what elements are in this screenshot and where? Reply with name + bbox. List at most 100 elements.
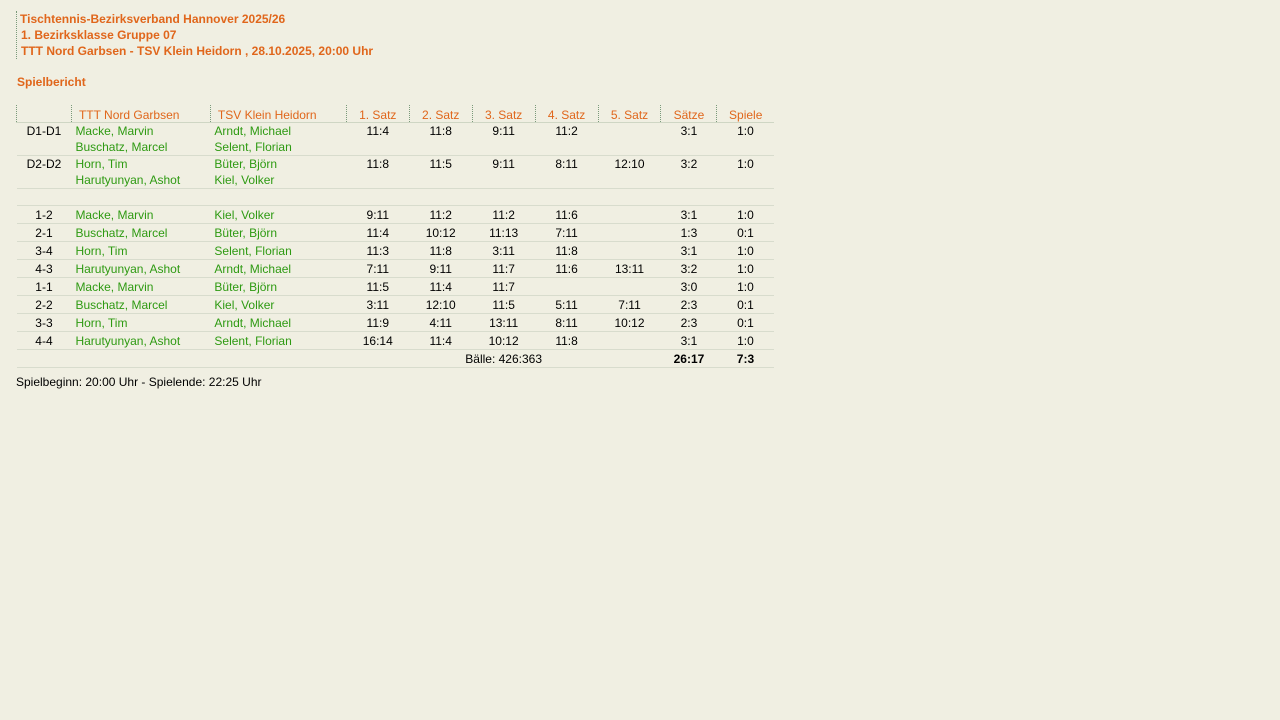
set3-score: 3:11	[472, 241, 536, 260]
singles-row: 2-1 Buschatz, Marcel Büter, Björn 11:4 10:12…	[16, 223, 774, 242]
set1-score: 7:11	[346, 259, 410, 278]
set1-score: 16:14	[346, 331, 410, 350]
match-times: Spielbeginn: 20:00 Uhr - Spielende: 22:2…	[16, 375, 262, 389]
set4-score: 8:11	[555, 157, 578, 171]
match-code: 2-2	[16, 295, 72, 314]
doubles-row-partner: Buschatz, Marcel Selent, Florian	[16, 139, 774, 156]
games-result: 1:0	[737, 124, 754, 138]
home-player: Macke, Marvin	[71, 277, 211, 296]
set2-score: 11:4	[409, 331, 473, 350]
set4-score: 5:11	[535, 295, 599, 314]
set5-score	[598, 205, 661, 224]
away-player: Arndt, Michael	[210, 259, 347, 278]
set4-score: 11:2	[555, 124, 578, 138]
set1-score: 11:3	[346, 241, 410, 260]
set3-score: 13:11	[472, 313, 536, 332]
set1-score: 11:8	[366, 157, 389, 171]
set3-score: 10:12	[472, 331, 536, 350]
away-player: Kiel, Volker	[210, 295, 347, 314]
set2-score: 11:8	[409, 241, 473, 260]
col-away-header: TSV Klein Heidorn	[209, 105, 347, 123]
away-player: Arndt, Michael	[214, 124, 292, 138]
col-set2-header: 2. Satz	[408, 105, 473, 123]
set5-score	[598, 331, 661, 350]
set3-score: 11:7	[472, 259, 536, 278]
home-player: Buschatz, Marcel	[71, 139, 211, 156]
home-player: Harutyunyan, Ashot	[71, 259, 211, 278]
away-player: Büter, Björn	[210, 223, 347, 242]
col-set4-header: 4. Satz	[534, 105, 599, 123]
home-player: Buschatz, Marcel	[71, 223, 211, 242]
sets-result: 3:1	[680, 124, 698, 138]
set4-score: 11:6	[535, 205, 599, 224]
set1-score: 11:4	[366, 124, 389, 138]
away-player: Selent, Florian	[210, 139, 347, 156]
match-code: 3-4	[16, 241, 72, 260]
match-code: 3-3	[16, 313, 72, 332]
set3-score: 11:13	[472, 223, 536, 242]
games-total: 7:3	[716, 349, 774, 368]
set5-score	[598, 241, 661, 260]
league-title: 1. Bezirksklasse Gruppe 07	[21, 28, 177, 42]
set3-score: 11:2	[472, 205, 536, 224]
col-home-header: TTT Nord Garbsen	[70, 105, 211, 123]
balls-total: Bälle: 426:363	[346, 349, 661, 368]
set4-score: 11:8	[535, 241, 599, 260]
col-saetze-header: Sätze	[660, 105, 717, 123]
set2-score: 4:11	[409, 313, 473, 332]
set1-score: 11:5	[346, 277, 410, 296]
away-player: Büter, Björn	[210, 277, 347, 296]
col-spiele-header: Spiele	[716, 105, 774, 123]
set1-score: 9:11	[346, 205, 410, 224]
singles-row: 4-4 Harutyunyan, Ashot Selent, Florian 16:1…	[16, 331, 774, 350]
games-result: 1:0	[716, 205, 774, 224]
report-header: Tischtennis-Bezirksverband Hannover 2025…	[16, 11, 373, 59]
association-title: Tischtennis-Bezirksverband Hannover 2025…	[20, 12, 286, 26]
games-result: 1:0	[716, 277, 774, 296]
set4-score: 7:11	[535, 223, 599, 242]
singles-row: 3-3 Horn, Tim Arndt, Michael 11:9 4:11 13:11 8…	[16, 313, 774, 332]
set2-score: 10:12	[409, 223, 473, 242]
games-result: 1:0	[737, 157, 754, 171]
away-player: Selent, Florian	[210, 331, 347, 350]
set3-score: 9:11	[492, 157, 515, 171]
col-set3-header: 3. Satz	[471, 105, 536, 123]
away-player: Kiel, Volker	[210, 172, 347, 189]
set3-score: 9:11	[492, 124, 515, 138]
games-result: 1:0	[716, 241, 774, 260]
home-player: Harutyunyan, Ashot	[71, 172, 211, 189]
set5-score	[598, 123, 661, 140]
set4-score: 11:6	[535, 259, 599, 278]
doubles-row: D1-D1 Macke, Marvin Arndt, Michael 11:4 …	[17, 123, 775, 140]
sets-result: 1:3	[660, 223, 717, 242]
col-set5-header: 5. Satz	[597, 105, 661, 123]
singles-body: 1-2 Macke, Marvin Kiel, Volker 9:11 11:2 11:2…	[16, 205, 774, 350]
match-code: 4-4	[16, 331, 72, 350]
doubles-row: D2-D2 Horn, Tim Büter, Björn 11:8 11:5 9…	[17, 156, 775, 173]
sets-result: 3:1	[660, 331, 717, 350]
set5-score	[598, 223, 661, 242]
set4-score: 8:11	[535, 313, 599, 332]
table-header-row: TTT Nord Garbsen TSV Klein Heidorn 1. Sa…	[16, 105, 774, 123]
match-code: 1-1	[16, 277, 72, 296]
col-code-header	[16, 105, 72, 123]
away-player: Kiel, Volker	[210, 205, 347, 224]
spacer-row	[16, 188, 774, 206]
doubles-row-partner: Harutyunyan, Ashot Kiel, Volker	[16, 172, 774, 189]
set1-score: 3:11	[346, 295, 410, 314]
set5-score: 7:11	[598, 295, 661, 314]
sets-result: 3:1	[660, 205, 717, 224]
totals-row: Bälle: 426:363 26:17 7:3	[16, 349, 774, 368]
match-code: 4-3	[16, 259, 72, 278]
home-player: Horn, Tim	[71, 313, 211, 332]
home-player: Macke, Marvin	[75, 124, 154, 138]
set3-score: 11:5	[472, 295, 536, 314]
games-result: 0:1	[716, 223, 774, 242]
set2-score: 11:5	[429, 157, 452, 171]
match-code: D2-D2	[26, 157, 62, 171]
match-code: D1-D1	[26, 124, 62, 138]
set2-score: 11:4	[409, 277, 473, 296]
away-player: Büter, Björn	[214, 157, 278, 171]
set3-score: 11:7	[472, 277, 536, 296]
set2-score: 9:11	[409, 259, 473, 278]
